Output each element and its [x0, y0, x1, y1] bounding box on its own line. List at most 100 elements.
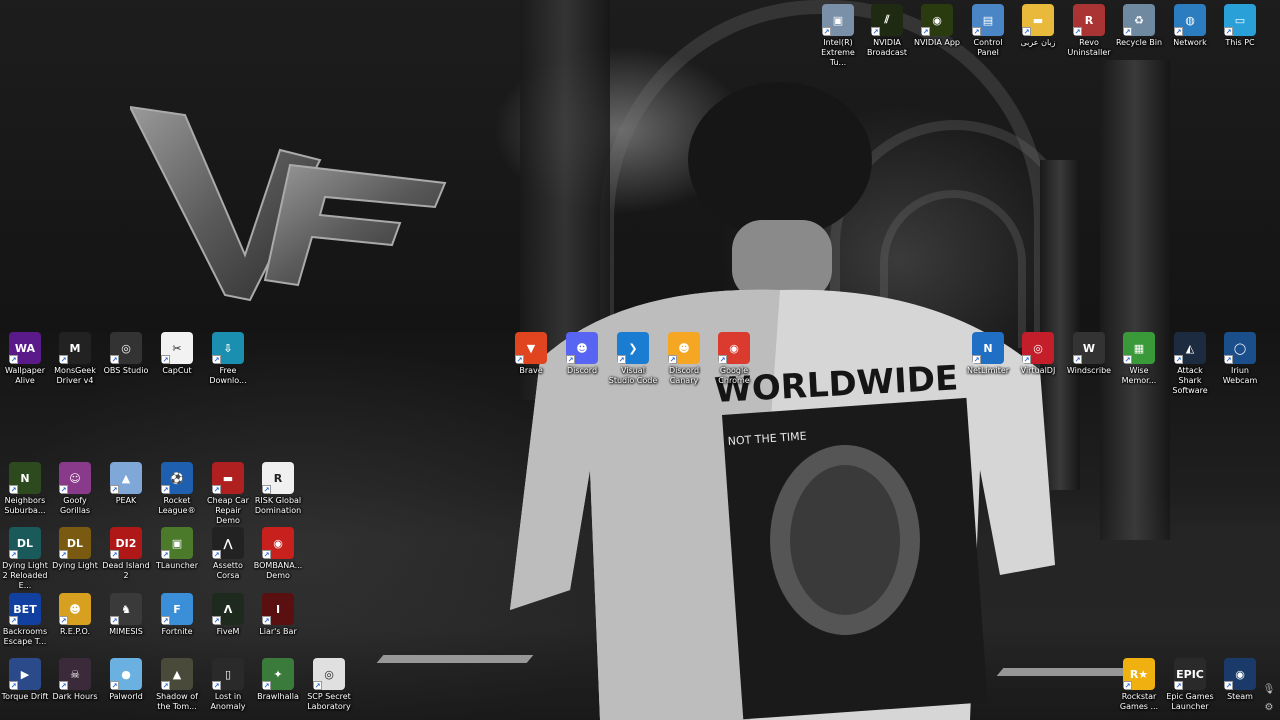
desktop-shortcut[interactable]: ▶ ↗ Torque Drift	[0, 658, 50, 702]
desktop-shortcut[interactable]: EPIC ↗ Epic Games Launcher	[1165, 658, 1215, 712]
desktop-shortcut[interactable]: ◯ ↗ Iriun Webcam	[1215, 332, 1265, 386]
shortcut-arrow-icon: ↗	[212, 355, 221, 364]
desktop-shortcut[interactable]: M ↗ MonsGeek Driver v4	[50, 332, 100, 386]
shortcut-arrow-icon: ↗	[1224, 681, 1233, 690]
desktop-shortcut-label: Cheap Car Repair Demo	[207, 496, 249, 525]
shortcut-arrow-icon: ↗	[59, 681, 68, 690]
desktop-shortcut-label: Dying Light 2 Reloaded E...	[2, 561, 48, 590]
shortcut-arrow-icon: ↗	[9, 550, 18, 559]
shortcut-arrow-icon: ↗	[668, 355, 677, 364]
desktop-shortcut-label: Intel(R) Extreme Tu...	[821, 38, 855, 67]
desktop-shortcut[interactable]: ❯ ↗ Visual Studio Code	[608, 332, 658, 386]
desktop-shortcut[interactable]: W ↗ Windscribe	[1064, 332, 1114, 376]
desktop-shortcut-label: Shadow of the Tom...	[156, 692, 198, 711]
desktop-shortcut[interactable]: ▲ ↗ Shadow of the Tom...	[152, 658, 202, 712]
desktop-shortcut-label: Palworld	[109, 692, 143, 701]
wallpaper-alive-icon: WA ↗	[9, 332, 41, 364]
dying-light-icon: DL ↗	[59, 527, 91, 559]
desktop-shortcut[interactable]: I ↗ Liar's Bar	[253, 593, 303, 637]
desktop-shortcut[interactable]: ◍ ↗ Network	[1165, 4, 1215, 48]
shortcut-arrow-icon: ↗	[921, 27, 930, 36]
palworld-icon: ● ↗	[110, 658, 142, 690]
desktop-shortcut[interactable]: ☻ ↗ R.E.P.O.	[50, 593, 100, 637]
desktop-shortcut[interactable]: ◭ ↗ Attack Shark Software	[1165, 332, 1215, 396]
risk-icon: R ↗	[262, 462, 294, 494]
desktop-shortcut[interactable]: R★ ↗ Rockstar Games ...	[1114, 658, 1164, 712]
shortcut-arrow-icon: ↗	[1123, 355, 1132, 364]
desktop-shortcut[interactable]: ☻ ↗ Discord	[557, 332, 607, 376]
desktop-shortcut[interactable]: ◉ ↗ Google Chrome	[709, 332, 759, 386]
desktop-shortcut[interactable]: ◉ ↗ NVIDIA App	[912, 4, 962, 48]
desktop-shortcut-label: Dead Island 2	[102, 561, 150, 580]
desktop-shortcut[interactable]: ⫽ ↗ NVIDIA Broadcast	[862, 4, 912, 58]
desktop-shortcut-label: Steam	[1227, 692, 1253, 701]
desktop-shortcut[interactable]: ▣ ↗ Intel(R) Extreme Tu...	[813, 4, 863, 68]
desktop-shortcut[interactable]: ▲ ↗ PEAK	[101, 462, 151, 506]
desktop-shortcut[interactable]: ⋀ ↗ Assetto Corsa	[203, 527, 253, 581]
desktop-shortcut[interactable]: ☻ ↗ Discord Canary	[659, 332, 709, 386]
microphone-icon[interactable]: 🎙	[1262, 684, 1276, 698]
shortcut-arrow-icon: ↗	[1073, 355, 1082, 364]
desktop-shortcut-label: NVIDIA App	[914, 38, 960, 47]
desktop-shortcut-label: Discord	[566, 366, 598, 375]
desktop-shortcut[interactable]: ✦ ↗ Brawlhalla	[253, 658, 303, 702]
desktop-shortcut[interactable]: F ↗ Fortnite	[152, 593, 202, 637]
desktop-shortcut-label: Goofy Gorillas	[59, 496, 91, 515]
desktop-shortcut[interactable]: ● ↗ Palworld	[101, 658, 151, 702]
desktop-shortcut[interactable]: ♻ ↗ Recycle Bin	[1114, 4, 1164, 48]
this-pc-icon: ▭ ↗	[1224, 4, 1256, 36]
brave-icon: ▼ ↗	[515, 332, 547, 364]
desktop-shortcut[interactable]: WA ↗ Wallpaper Alive	[0, 332, 50, 386]
settings-gear-icon[interactable]: ⚙	[1262, 702, 1276, 716]
desktop-shortcut[interactable]: ☠ ↗ Dark Hours	[50, 658, 100, 702]
desktop-shortcut-label: BOMBANA... Demo	[253, 561, 303, 580]
desktop-shortcut[interactable]: ◎ ↗ OBS Studio	[101, 332, 151, 376]
shortcut-arrow-icon: ↗	[972, 27, 981, 36]
desktop-shortcut-label: Backrooms Escape T...	[2, 627, 48, 646]
desktop-shortcut[interactable]: R ↗ Revo Uninstaller	[1064, 4, 1114, 58]
desktop-shortcut[interactable]: N ↗ Neighbors Suburba...	[0, 462, 50, 516]
desktop-shortcut[interactable]: ◎ ↗ VirtualDJ	[1013, 332, 1063, 376]
shortcut-arrow-icon: ↗	[9, 616, 18, 625]
desktop-shortcut[interactable]: ▭ ↗ This PC	[1215, 4, 1265, 48]
desktop-shortcut[interactable]: ▯ ↗ Lost in Anomaly	[203, 658, 253, 712]
desktop-shortcut[interactable]: DL ↗ Dying Light 2 Reloaded E...	[0, 527, 50, 591]
desktop-shortcut[interactable]: ▤ ↗ Control Panel	[963, 4, 1013, 58]
desktop-shortcut[interactable]: ▣ ↗ TLauncher	[152, 527, 202, 571]
desktop-shortcut[interactable]: ⇩ ↗ Free Downlo...	[203, 332, 253, 386]
obs-studio-icon: ◎ ↗	[110, 332, 142, 364]
shortcut-arrow-icon: ↗	[972, 355, 981, 364]
desktop-shortcut-label: This PC	[1225, 38, 1255, 47]
desktop-shortcut[interactable]: ◉ ↗ Steam	[1215, 658, 1265, 702]
desktop-shortcut[interactable]: ◉ ↗ BOMBANA... Demo	[253, 527, 303, 581]
desktop-shortcut-label: Assetto Corsa	[213, 561, 243, 580]
desktop-shortcut[interactable]: N ↗ NetLimiter	[963, 332, 1013, 376]
desktop-shortcut[interactable]: ✂ ↗ CapCut	[152, 332, 202, 376]
desktop-shortcut[interactable]: R ↗ RISK Global Domination	[253, 462, 303, 516]
shortcut-arrow-icon: ↗	[617, 355, 626, 364]
desktop-shortcut-label: Free Downlo...	[209, 366, 247, 385]
desktop-shortcut[interactable]: ⚽ ↗ Rocket League®	[152, 462, 202, 516]
desktop-shortcut[interactable]: ▬ ↗ زبان عربی	[1013, 4, 1063, 48]
desktop-shortcut[interactable]: ☺ ↗ Goofy Gorillas	[50, 462, 100, 516]
dark-hours-icon: ☠ ↗	[59, 658, 91, 690]
desktop-shortcut[interactable]: ▬ ↗ Cheap Car Repair Demo	[203, 462, 253, 526]
fivem-icon: Λ ↗	[212, 593, 244, 625]
desktop-shortcut[interactable]: Λ ↗ FiveM	[203, 593, 253, 637]
shortcut-arrow-icon: ↗	[59, 550, 68, 559]
desktop-shortcut[interactable]: ♞ ↗ MIMESIS	[101, 593, 151, 637]
desktop-shortcut[interactable]: ▼ ↗ Brave	[506, 332, 556, 376]
desktop-shortcut[interactable]: DL ↗ Dying Light	[50, 527, 100, 571]
chrome-icon: ◉ ↗	[718, 332, 750, 364]
shortcut-arrow-icon: ↗	[515, 355, 524, 364]
desktop-shortcut[interactable]: ▦ ↗ Wise Memor...	[1114, 332, 1164, 386]
desktop-shortcut[interactable]: ◎ ↗ SCP Secret Laboratory	[304, 658, 354, 712]
desktop-shortcut[interactable]: BET ↗ Backrooms Escape T...	[0, 593, 50, 647]
shortcut-arrow-icon: ↗	[262, 550, 271, 559]
recycle-bin-icon: ♻ ↗	[1123, 4, 1155, 36]
shortcut-arrow-icon: ↗	[566, 355, 575, 364]
shortcut-arrow-icon: ↗	[262, 485, 271, 494]
desktop-shortcut[interactable]: DI2 ↗ Dead Island 2	[101, 527, 151, 581]
control-panel-icon: ▤ ↗	[972, 4, 1004, 36]
intel-xtu-icon: ▣ ↗	[822, 4, 854, 36]
